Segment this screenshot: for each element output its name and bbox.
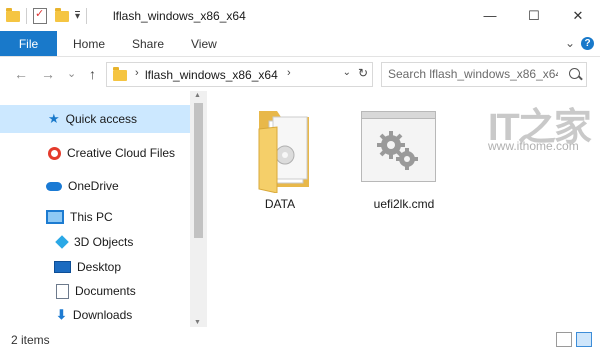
maximize-button[interactable]: ☐ [512, 0, 556, 31]
recent-locations-button[interactable]: ⌄ [67, 67, 76, 80]
properties-icon[interactable] [33, 7, 47, 24]
large-icons-view-button[interactable] [576, 332, 592, 347]
help-icon[interactable]: ? [581, 36, 594, 50]
ribbon-controls: ⌄ ? [565, 36, 594, 50]
nav-pane-scrollbar[interactable]: ▲ ▼ [190, 91, 207, 327]
details-view-button[interactable] [556, 332, 572, 347]
nav-item-onedrive[interactable]: OneDrive [0, 172, 190, 200]
tab-home[interactable]: Home [73, 31, 105, 56]
nav-item-label: OneDrive [68, 179, 119, 193]
status-bar: 2 items [0, 327, 600, 351]
close-button[interactable]: ✕ [556, 0, 600, 31]
window-title: lflash_windows_x86_x64 [113, 9, 246, 23]
search-icon[interactable] [569, 68, 580, 79]
up-button[interactable]: ↑ [89, 66, 96, 82]
address-bar[interactable]: › lflash_windows_x86_x64 › ⌄ ↻ [106, 62, 373, 87]
desktop-icon [54, 261, 71, 273]
address-row: ← → ⌄ ↑ › lflash_windows_x86_x64 › ⌄ ↻ [0, 57, 600, 91]
tab-file[interactable]: File [0, 31, 57, 56]
nav-item-label: This PC [70, 210, 113, 224]
nav-item-label: Downloads [72, 308, 133, 322]
nav-item-label: Desktop [77, 260, 122, 274]
nav-item-quick-access[interactable]: ★ Quick access [0, 105, 190, 133]
window-controls: — ☐ ✕ [468, 0, 600, 31]
file-name: DATA [264, 197, 296, 211]
folder-icon [6, 7, 20, 22]
nav-item-creative-cloud-files[interactable]: Creative Cloud Files [0, 139, 190, 167]
new-folder-icon[interactable] [55, 7, 69, 22]
minimize-button[interactable]: — [468, 0, 512, 31]
qat-dropdown-icon[interactable]: ▾ [75, 11, 81, 22]
star-icon: ★ [48, 111, 60, 126]
nav-item-label: Quick access [65, 112, 138, 126]
search-box[interactable] [381, 62, 587, 87]
scroll-up-icon[interactable]: ▲ [194, 92, 201, 99]
file-item-folder[interactable]: DATA [225, 91, 335, 211]
script-gears-icon [361, 111, 436, 182]
title-bar: ▾ lflash_windows_x86_x64 — ☐ ✕ [0, 0, 600, 31]
back-button[interactable]: ← [14, 66, 28, 82]
nav-item-3d-objects[interactable]: 3D Objects [0, 228, 190, 256]
cube-icon [55, 235, 69, 249]
view-toggle [556, 332, 592, 347]
search-input[interactable] [388, 66, 558, 82]
scroll-down-icon[interactable]: ▼ [194, 319, 201, 326]
file-item-cmd[interactable]: uefi2lk.cmd [349, 91, 459, 211]
scrollbar-thumb[interactable] [194, 103, 203, 238]
nav-item-label: 3D Objects [74, 235, 134, 249]
tab-share[interactable]: Share [132, 31, 164, 56]
nav-item-label: Creative Cloud Files [67, 146, 176, 160]
refresh-icon[interactable]: ↻ [358, 66, 368, 80]
ribbon-expand-icon[interactable]: ⌄ [565, 36, 575, 50]
breadcrumb-chevron-icon[interactable]: › [135, 67, 139, 79]
navigation-pane: ★ Quick access Creative Cloud Files OneD… [0, 91, 190, 327]
breadcrumb-chevron-icon[interactable]: › [287, 67, 291, 79]
tab-view[interactable]: View [191, 31, 217, 56]
address-dropdown-icon[interactable]: ⌄ [343, 67, 351, 78]
ithome-watermark-url: www.ithome.com [488, 139, 579, 153]
folder-icon [113, 67, 127, 81]
nav-item-label: Documents [75, 284, 136, 298]
file-name: uefi2lk.cmd [373, 197, 435, 211]
downloads-icon: ⬇ [56, 307, 67, 322]
creative-cloud-icon [48, 146, 61, 160]
nav-item-downloads[interactable]: ⬇ Downloads [0, 301, 190, 329]
breadcrumb-current-folder[interactable]: lflash_windows_x86_x64 [145, 68, 278, 82]
qat-separator [86, 8, 88, 24]
folder-icon [258, 111, 309, 193]
ribbon: File Home Share View ⌄ ? [0, 31, 600, 57]
quick-access-toolbar: ▾ [6, 6, 93, 26]
documents-icon [56, 283, 69, 299]
qat-separator [26, 8, 27, 24]
nav-item-this-pc[interactable]: This PC [0, 203, 190, 231]
item-count: 2 items [11, 333, 50, 347]
computer-icon [46, 210, 64, 224]
onedrive-cloud-icon [46, 181, 62, 191]
forward-button[interactable]: → [41, 66, 55, 82]
